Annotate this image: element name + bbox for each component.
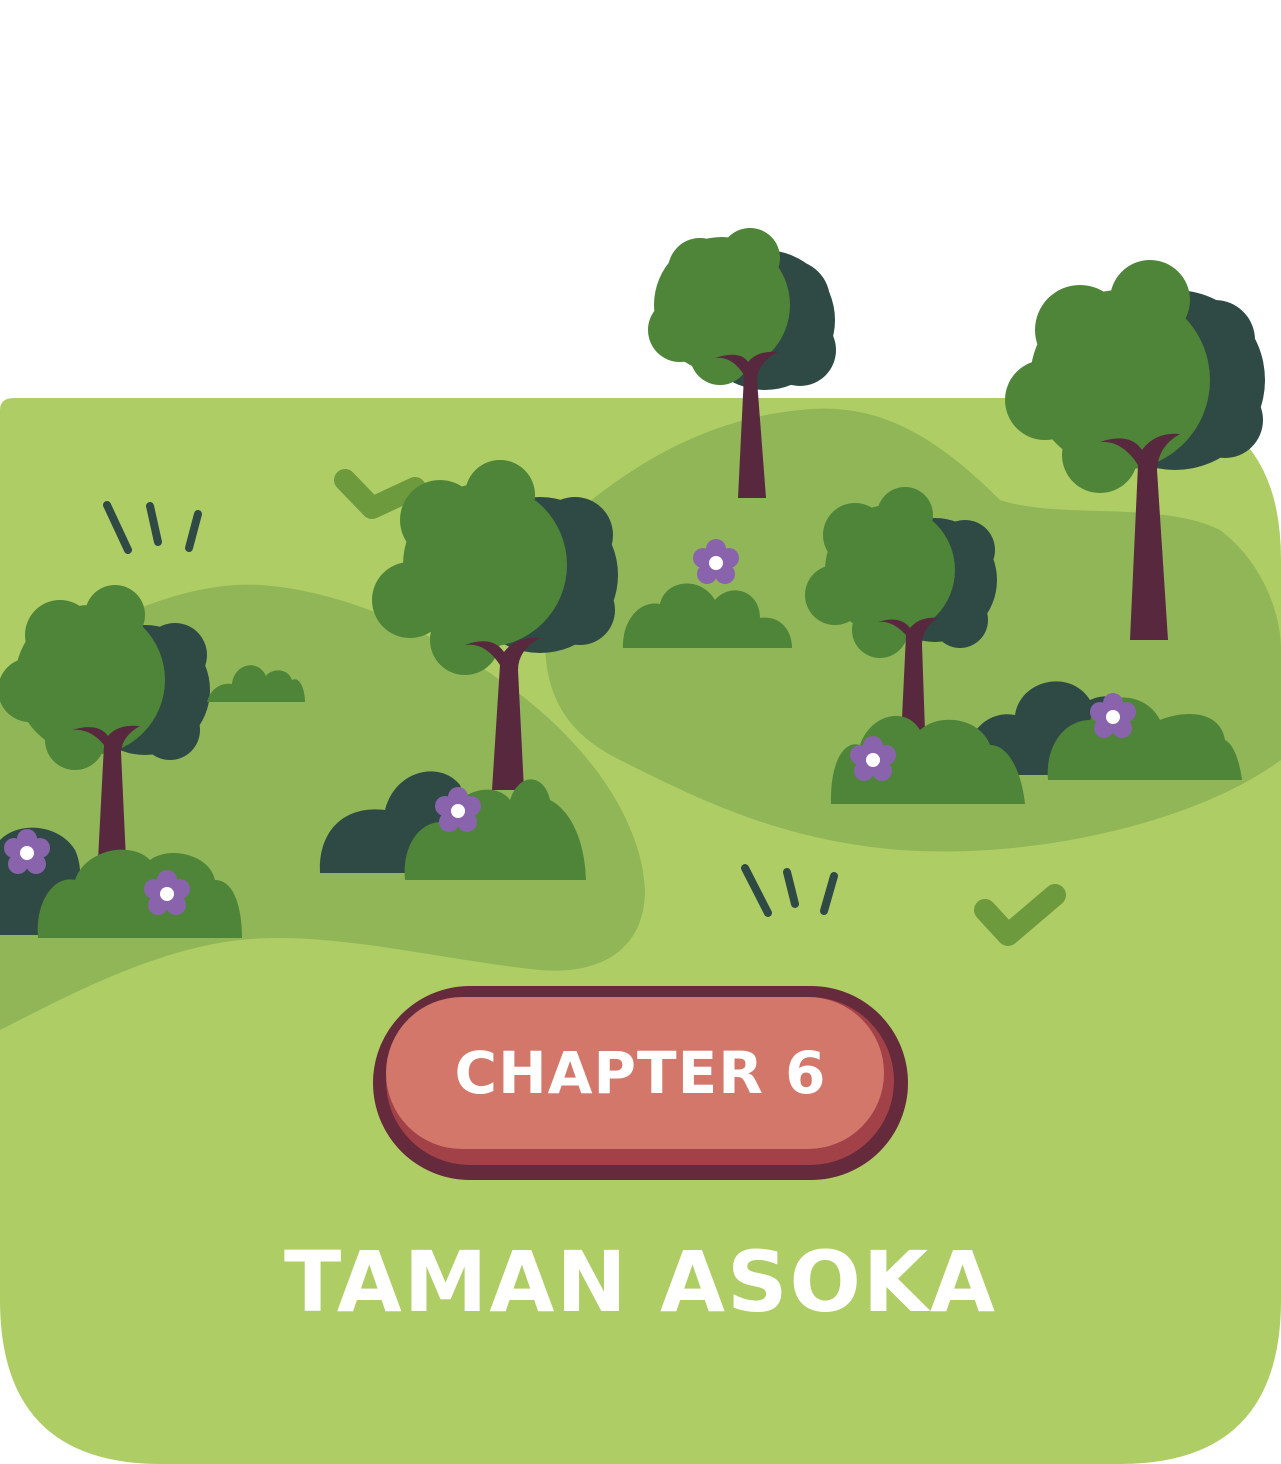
chapter-number-label: CHAPTER 6 [454, 1039, 827, 1107]
chapter-button[interactable]: CHAPTER 6 [368, 981, 913, 1185]
chapter-title: TAMAN ASOKA [284, 1233, 997, 1331]
